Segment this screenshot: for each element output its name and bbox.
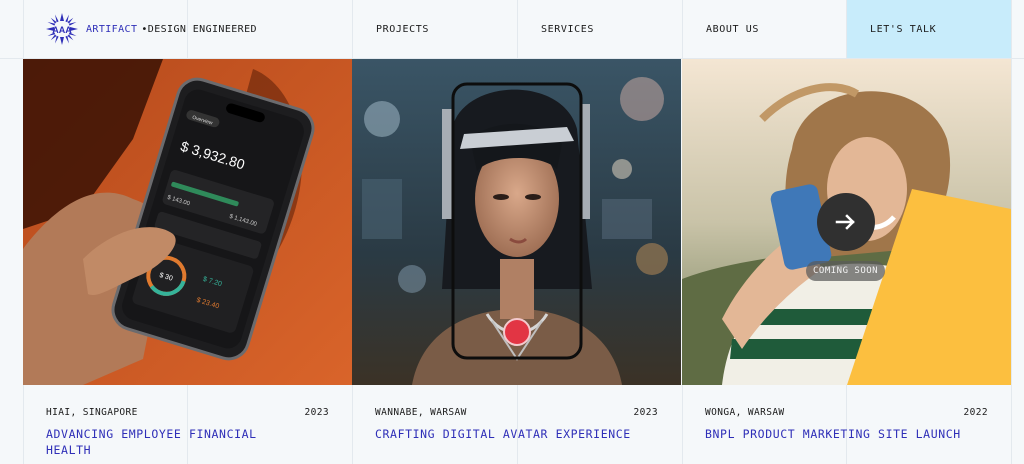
brand-name: ARTIFACT [86, 23, 138, 35]
project-title-link[interactable]: BNPL PRODUCT MARKETING SITE LAUNCH [705, 426, 965, 442]
lets-talk-button[interactable]: LET'S TALK [847, 0, 1011, 58]
project-year: 2022 [963, 407, 988, 418]
logo-icon: AAA [46, 13, 78, 45]
coming-soon-badge: COMING SOON [806, 261, 886, 281]
site-header: AAA ARTIFACT •DESIGN ENGINEERED PROJECTS… [0, 0, 1024, 58]
svg-text:AAA: AAA [52, 25, 72, 35]
nav-about-us[interactable]: ABOUT US [706, 0, 759, 58]
project-card-wonga[interactable]: COMING SOON WONGA, WARSAW 2022 BNPL PROD… [682, 59, 1011, 464]
project-card-wannabe[interactable]: WANNABE, WARSAW 2023 CRAFTING DIGITAL AV… [352, 59, 681, 464]
grid-line [1011, 0, 1012, 464]
nav-projects[interactable]: PROJECTS [376, 0, 429, 58]
record-button [503, 318, 531, 346]
project-client: WANNABE, WARSAW [375, 407, 467, 418]
arrow-right-icon [835, 214, 855, 230]
project-year: 2023 [633, 407, 658, 418]
project-image-avatar [352, 59, 681, 385]
project-title-link[interactable]: ADVANCING EMPLOYEE FINANCIAL HEALTH [46, 426, 306, 458]
project-card-hiai[interactable]: Overview $ 3,932.80 $ 143.00 $ 1,143.00 … [23, 59, 352, 464]
project-client: WONGA, WARSAW [705, 407, 785, 418]
open-project-button[interactable] [817, 193, 875, 251]
project-year: 2023 [304, 407, 329, 418]
brand-tagline: •DESIGN ENGINEERED [141, 23, 257, 35]
logo-link[interactable]: AAA ARTIFACT •DESIGN ENGINEERED [44, 11, 257, 47]
project-client: HIAI, SINGAPORE [46, 407, 138, 418]
nav-services[interactable]: SERVICES [541, 0, 594, 58]
project-title-link[interactable]: CRAFTING DIGITAL AVATAR EXPERIENCE [375, 426, 635, 442]
project-image-phone-in-hand: Overview $ 3,932.80 $ 143.00 $ 1,143.00 … [23, 59, 352, 385]
project-image-selfie: COMING SOON [682, 59, 1011, 385]
